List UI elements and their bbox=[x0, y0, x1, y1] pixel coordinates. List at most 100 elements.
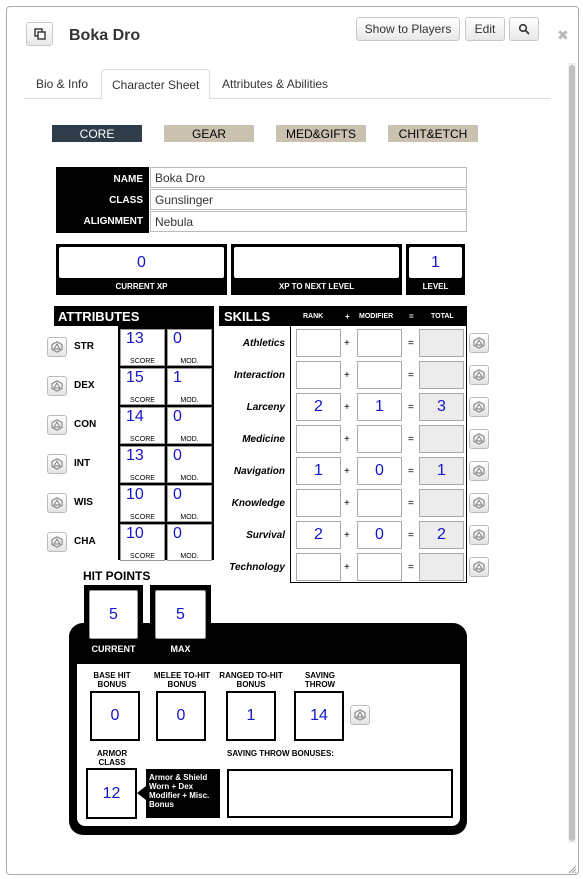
hp-current-field[interactable]: 5 bbox=[89, 590, 138, 639]
level-label: LEVEL bbox=[422, 282, 449, 291]
skill-modifier-athletics[interactable] bbox=[357, 329, 402, 357]
skill-total-technology bbox=[419, 553, 464, 581]
skill-roll-button-survival[interactable] bbox=[469, 525, 489, 545]
skills-col-rank: RANK bbox=[303, 312, 324, 320]
name-field[interactable]: Boka Dro bbox=[150, 167, 467, 188]
skill-roll-button-athletics[interactable] bbox=[469, 333, 489, 353]
skills-col-total: TOTAL bbox=[431, 312, 454, 320]
melee-field[interactable]: 0 bbox=[156, 691, 206, 741]
skill-name-technology: Technology bbox=[229, 562, 285, 573]
attr-score-caption: SCORE bbox=[130, 358, 155, 365]
skill-name-interaction: Interaction bbox=[233, 370, 285, 381]
level-box: 1 LEVEL bbox=[406, 244, 465, 295]
saving-throw-label: SAVING THROW bbox=[304, 671, 336, 689]
skill-name-navigation: Navigation bbox=[233, 466, 285, 477]
base-hit-label: BASE HIT BONUS bbox=[93, 671, 131, 689]
saving-throw-roll-button[interactable] bbox=[350, 705, 370, 725]
attr-mod-caption: MOD. bbox=[180, 514, 199, 521]
attr-mod-caption: MOD. bbox=[180, 553, 199, 560]
skill-modifier-medicine[interactable] bbox=[357, 425, 402, 453]
attr-name-dex: DEX bbox=[74, 380, 95, 391]
skill-rank-larceny[interactable]: 2 bbox=[296, 393, 341, 421]
skill-roll-button-interaction[interactable] bbox=[469, 365, 489, 385]
skill-roll-button-medicine[interactable] bbox=[469, 429, 489, 449]
resize-handle-icon[interactable] bbox=[567, 864, 577, 874]
skill-roll-button-knowledge[interactable] bbox=[469, 493, 489, 513]
attr-score-caption: SCORE bbox=[130, 514, 155, 521]
hp-current-label: CURRENT bbox=[91, 644, 136, 654]
skills-col-plus: + bbox=[345, 311, 350, 321]
saving-bonuses-label: SAVING THROW BONUSES: bbox=[227, 749, 334, 758]
skill-rank-navigation[interactable]: 1 bbox=[296, 457, 341, 485]
attr-name-con: CON bbox=[74, 419, 97, 430]
attr-roll-button-cha[interactable] bbox=[47, 532, 67, 552]
skill-eq: = bbox=[408, 402, 414, 413]
character-dialog: Boka Dro Show to Players Edit ✖ Bio & In… bbox=[6, 6, 579, 875]
ranged-field[interactable]: 1 bbox=[226, 691, 276, 741]
base-hit-field[interactable]: 0 bbox=[90, 691, 140, 741]
skill-roll-button-technology[interactable] bbox=[469, 557, 489, 577]
skill-modifier-larceny[interactable]: 1 bbox=[357, 393, 402, 421]
skill-modifier-interaction[interactable] bbox=[357, 361, 402, 389]
attr-name-wis: WIS bbox=[74, 497, 93, 508]
skill-name-knowledge: Knowledge bbox=[231, 498, 285, 509]
skill-roll-button-larceny[interactable] bbox=[469, 397, 489, 417]
skill-name-athletics: Athletics bbox=[242, 338, 285, 349]
sheet-tab-core[interactable]: CORE bbox=[52, 125, 142, 142]
d20-icon bbox=[473, 561, 485, 573]
armor-class-label: ARMOR CLASS bbox=[96, 749, 128, 767]
skill-modifier-navigation[interactable]: 0 bbox=[357, 457, 402, 485]
skill-plus: + bbox=[344, 434, 350, 445]
attr-mod-caption: MOD. bbox=[180, 475, 199, 482]
d20-icon bbox=[473, 337, 485, 349]
attr-mod-caption: MOD. bbox=[180, 397, 199, 404]
melee-label: MELEE TO-HIT BONUS bbox=[153, 671, 211, 689]
skill-eq: = bbox=[408, 338, 414, 349]
skill-rank-survival[interactable]: 2 bbox=[296, 521, 341, 549]
skill-modifier-survival[interactable]: 0 bbox=[357, 521, 402, 549]
alignment-label: ALIGNMENT bbox=[56, 211, 149, 231]
skill-plus: + bbox=[344, 402, 350, 413]
attr-roll-button-dex[interactable] bbox=[47, 376, 67, 396]
armor-class-field[interactable]: 12 bbox=[86, 768, 137, 819]
armor-note: Armor & Shield Worn + Dex Modifier + Mis… bbox=[146, 769, 220, 818]
attr-score-caption: SCORE bbox=[130, 436, 155, 443]
sheet-tab-gear[interactable]: GEAR bbox=[164, 125, 254, 142]
xp-to-next-field[interactable] bbox=[234, 247, 399, 278]
attr-roll-button-str[interactable] bbox=[47, 337, 67, 357]
level-field[interactable]: 1 bbox=[409, 247, 462, 278]
skill-rank-athletics[interactable] bbox=[296, 329, 341, 357]
character-sheet: CORE GEAR MED&GIFTS CHIT&ETCH NAME CLASS… bbox=[7, 7, 578, 874]
attr-roll-button-con[interactable] bbox=[47, 415, 67, 435]
attr-roll-button-int[interactable] bbox=[47, 454, 67, 474]
skill-rank-medicine[interactable] bbox=[296, 425, 341, 453]
skill-eq: = bbox=[408, 466, 414, 477]
skill-plus: + bbox=[344, 530, 350, 541]
skill-plus: + bbox=[344, 370, 350, 381]
hp-max-label: MAX bbox=[170, 644, 191, 654]
class-field[interactable]: Gunslinger bbox=[150, 189, 467, 210]
sheet-tab-med-gifts[interactable]: MED&GIFTS bbox=[276, 125, 366, 142]
hp-max-field[interactable]: 5 bbox=[155, 590, 206, 639]
attr-name-int: INT bbox=[74, 458, 91, 469]
skill-roll-button-navigation[interactable] bbox=[469, 461, 489, 481]
skill-rank-interaction[interactable] bbox=[296, 361, 341, 389]
saving-throw-field[interactable]: 14 bbox=[294, 691, 344, 741]
skill-rank-technology[interactable] bbox=[296, 553, 341, 581]
skill-modifier-technology[interactable] bbox=[357, 553, 402, 581]
alignment-field[interactable]: Nebula bbox=[150, 211, 467, 232]
skill-modifier-knowledge[interactable] bbox=[357, 489, 402, 517]
saving-bonuses-field[interactable] bbox=[227, 769, 453, 818]
skill-total-interaction bbox=[419, 361, 464, 389]
skill-name-survival: Survival bbox=[246, 530, 285, 541]
skill-eq: = bbox=[408, 498, 414, 509]
attr-score-caption: SCORE bbox=[130, 397, 155, 404]
skill-eq: = bbox=[408, 562, 414, 573]
sheet-tab-chit-etch[interactable]: CHIT&ETCH bbox=[388, 125, 478, 142]
attributes-header: ATTRIBUTES bbox=[54, 306, 214, 326]
current-xp-field[interactable]: 0 bbox=[59, 247, 224, 278]
hp-max-box: 5 MAX bbox=[150, 585, 211, 657]
attr-mod-caption: MOD. bbox=[180, 358, 199, 365]
attr-roll-button-wis[interactable] bbox=[47, 493, 67, 513]
skill-rank-knowledge[interactable] bbox=[296, 489, 341, 517]
